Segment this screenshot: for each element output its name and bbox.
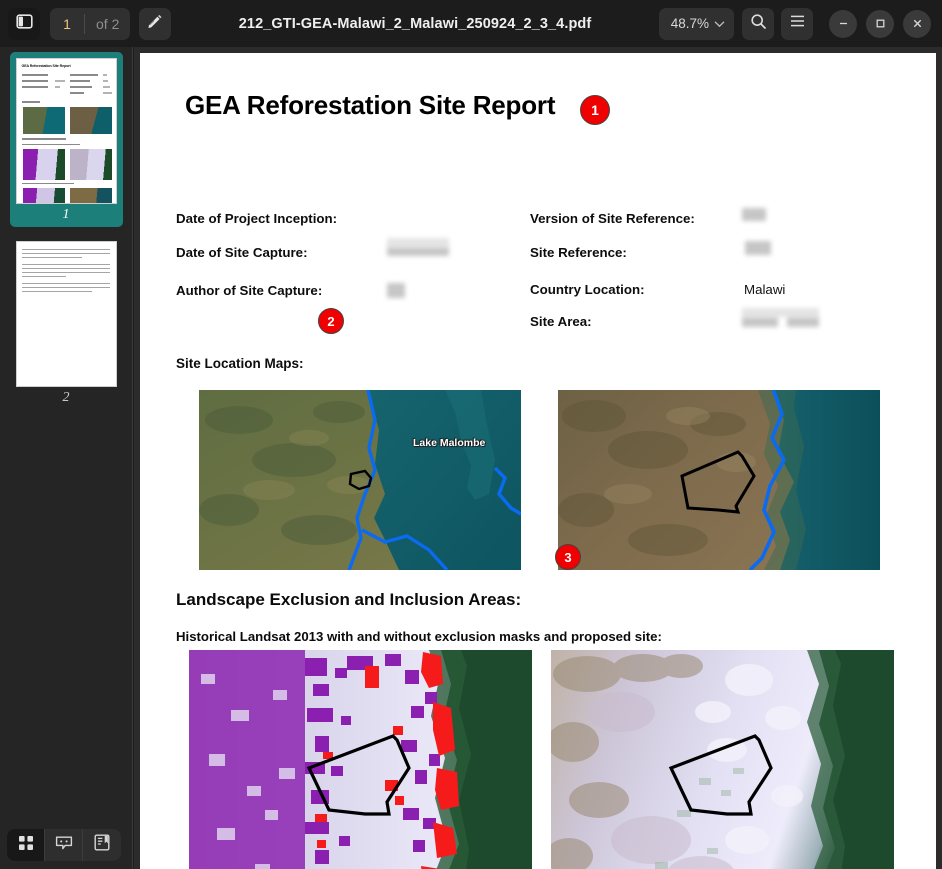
redacted-value-author [387, 283, 405, 298]
sidebar-view-mode-group[interactable] [7, 829, 121, 861]
landscape-section-heading: Landscape Exclusion and Inclusion Areas: [176, 590, 522, 609]
thumbnail-page-2[interactable]: 2 [10, 235, 123, 410]
field-label-site-area: Site Area: [530, 314, 592, 329]
view-mode-outline-button[interactable] [83, 829, 121, 861]
zoom-control[interactable]: 48.7% [658, 7, 734, 40]
redacted-value-site-reference [745, 241, 771, 255]
site-location-map-right [558, 390, 880, 570]
landsat-image-with-mask [189, 650, 532, 869]
window-titlebar: of 2 212_GTI-GEA-Malawi_2_Malawi_250924_… [0, 0, 942, 47]
annotation-badge-1[interactable]: 1 [580, 95, 610, 125]
field-label-country-location: Country Location: [530, 282, 645, 297]
redacted-value-site-area-b [742, 317, 778, 327]
chevron-down-icon [714, 15, 725, 33]
comment-bubble-icon [55, 835, 73, 856]
landsat-image-without-mask [551, 650, 894, 869]
redacted-value-site-capture-date-b [387, 247, 449, 256]
thumbnail-page-1-preview: GEA Reforestation Site Report [15, 58, 117, 204]
search-button[interactable] [742, 7, 774, 40]
thumbnail-page-1-label: 1 [62, 207, 70, 222]
annotate-button[interactable] [139, 7, 172, 40]
thumbnail-page-2-label: 2 [62, 390, 70, 405]
field-label-version-site-reference: Version of Site Reference: [530, 211, 695, 226]
sidebar-toggle-button[interactable] [8, 7, 40, 40]
thumbnail-page-1[interactable]: GEA Reforestation Site Report 1 [9, 52, 123, 227]
document-viewport[interactable]: GEA Reforestation Site Report 1 Date of … [134, 47, 942, 869]
hamburger-menu-icon [789, 14, 806, 33]
thumbnail-page-2-preview [15, 241, 117, 387]
pdf-page-1: GEA Reforestation Site Report 1 Date of … [140, 53, 936, 869]
thumbnail-list[interactable]: GEA Reforestation Site Report 1 2 [0, 47, 132, 821]
page-navigation[interactable]: of 2 [50, 7, 131, 40]
site-location-map-left: Lake Malombe [199, 390, 521, 570]
field-label-project-inception: Date of Project Inception: [176, 211, 338, 226]
lake-label: Lake Malombe [413, 437, 486, 449]
redacted-value-site-area-c [787, 317, 819, 327]
site-location-maps-label: Site Location Maps: [176, 356, 304, 371]
view-mode-annotations-button[interactable] [45, 829, 83, 861]
page-title: GEA Reforestation Site Report [185, 90, 556, 120]
field-label-author-site-capture: Author of Site Capture: [176, 283, 323, 298]
document-title: 212_GTI-GEA-Malawi_2_Malawi_250924_2_3_4… [238, 15, 592, 32]
sidebar-panel-icon [15, 13, 33, 35]
minimize-button[interactable] [829, 9, 857, 38]
view-mode-thumbnails-button[interactable] [7, 829, 45, 861]
zoom-level-label: 48.7% [670, 16, 709, 31]
mini-title: GEA Reforestation Site Report [21, 64, 71, 68]
pen-edit-icon [146, 12, 164, 35]
bookmark-outline-icon [94, 834, 110, 856]
field-label-site-reference: Site Reference: [530, 245, 627, 260]
page-total-label: of 2 [96, 15, 120, 32]
search-icon [750, 13, 767, 35]
field-value-country-location: Malawi [744, 282, 786, 297]
annotation-badge-2[interactable]: 2 [318, 308, 344, 334]
main-menu-button[interactable] [781, 7, 813, 40]
annotation-badge-3[interactable]: 3 [555, 544, 581, 570]
field-label-site-capture-date: Date of Site Capture: [176, 245, 308, 260]
close-button[interactable] [903, 9, 931, 38]
page-number-input[interactable] [50, 7, 84, 40]
redacted-value-site-area-a [742, 308, 819, 317]
redacted-value-version-site-reference [742, 208, 766, 221]
thumbnail-sidebar: GEA Reforestation Site Report 1 2 [0, 47, 133, 869]
redacted-value-site-capture-date-a [387, 238, 449, 247]
maximize-button[interactable] [866, 9, 894, 38]
landsat-subheading: Historical Landsat 2013 with and without… [176, 629, 662, 644]
grid-thumbnails-icon [18, 835, 34, 856]
